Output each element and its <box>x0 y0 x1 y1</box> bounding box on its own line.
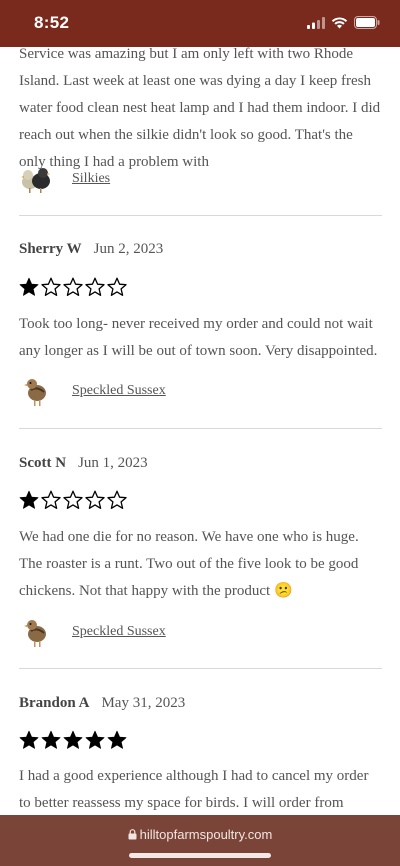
review-date: Jun 2, 2023 <box>93 241 164 257</box>
star-empty-icon <box>41 490 61 509</box>
divider <box>19 668 382 669</box>
review-text: Service was amazing but I am only left w… <box>19 47 381 170</box>
chick-icon <box>24 620 46 647</box>
reviewer-line: Brandon A May 31, 2023 <box>19 695 382 712</box>
review-body: I had a good experience although I had t… <box>19 763 382 815</box>
review-product[interactable]: Silkies <box>19 162 382 196</box>
review-item: Service was amazing but I am only left w… <box>19 47 382 176</box>
star-filled-icon <box>107 730 127 749</box>
product-link[interactable]: Speckled Sussex <box>72 624 166 640</box>
divider <box>19 428 382 429</box>
browser-bottom-bar: hilltopfarmspoultry.com <box>0 815 400 866</box>
star-rating <box>19 490 382 510</box>
star-empty-icon <box>107 277 127 296</box>
review-text: Took too long- never received my order a… <box>19 316 378 359</box>
review-item: Sherry W Jun 2, 2023 <box>19 241 382 258</box>
review-item: Scott N Jun 1, 2023 <box>19 455 382 472</box>
star-empty-icon <box>85 277 105 296</box>
review-body: Took too long- never received my order a… <box>19 311 382 365</box>
star-empty-icon <box>63 490 83 509</box>
chick-icon <box>24 379 46 406</box>
review-text: We had one die for no reason. We have on… <box>19 529 359 599</box>
star-rating <box>19 730 382 750</box>
star-filled-icon <box>85 730 105 749</box>
star-filled-icon <box>19 730 39 749</box>
divider <box>19 215 382 216</box>
reviewer-name: Brandon A <box>19 695 90 711</box>
star-empty-icon <box>85 490 105 509</box>
silkie-chicks-icon <box>21 168 50 193</box>
status-icons <box>307 16 380 29</box>
product-link[interactable]: Silkies <box>72 171 110 187</box>
review-date: May 31, 2023 <box>101 695 186 711</box>
product-link[interactable]: Speckled Sussex <box>72 383 166 399</box>
url-text: hilltopfarmspoultry.com <box>139 827 273 842</box>
review-product[interactable]: Speckled Sussex <box>19 615 382 649</box>
reviews-list[interactable]: Service was amazing but I am only left w… <box>0 47 400 815</box>
review-body: We had one die for no reason. We have on… <box>19 524 382 605</box>
star-filled-icon <box>41 730 61 749</box>
review-product[interactable]: Speckled Sussex <box>19 374 382 408</box>
battery-icon <box>354 16 380 29</box>
star-rating <box>19 277 382 297</box>
star-filled-icon <box>19 490 39 509</box>
wifi-icon <box>331 16 348 28</box>
reviewer-line: Scott N Jun 1, 2023 <box>19 455 382 472</box>
reviewer-name: Sherry W <box>19 241 82 257</box>
lock-icon <box>128 829 137 840</box>
cellular-signal-icon <box>307 16 325 29</box>
review-item: Brandon A May 31, 2023 <box>19 695 382 712</box>
review-text: I had a good experience although I had t… <box>19 768 369 811</box>
star-filled-icon <box>19 277 39 296</box>
star-empty-icon <box>107 490 127 509</box>
home-indicator[interactable] <box>129 853 271 858</box>
review-date: Jun 1, 2023 <box>78 455 148 471</box>
status-time: 8:52 <box>34 13 70 32</box>
status-bar: 8:52 <box>0 0 400 47</box>
star-empty-icon <box>63 277 83 296</box>
star-empty-icon <box>41 277 61 296</box>
address-bar[interactable]: hilltopfarmspoultry.com <box>0 827 400 842</box>
reviewer-line: Sherry W Jun 2, 2023 <box>19 241 382 258</box>
star-filled-icon <box>63 730 83 749</box>
reviewer-name: Scott N <box>19 455 67 471</box>
